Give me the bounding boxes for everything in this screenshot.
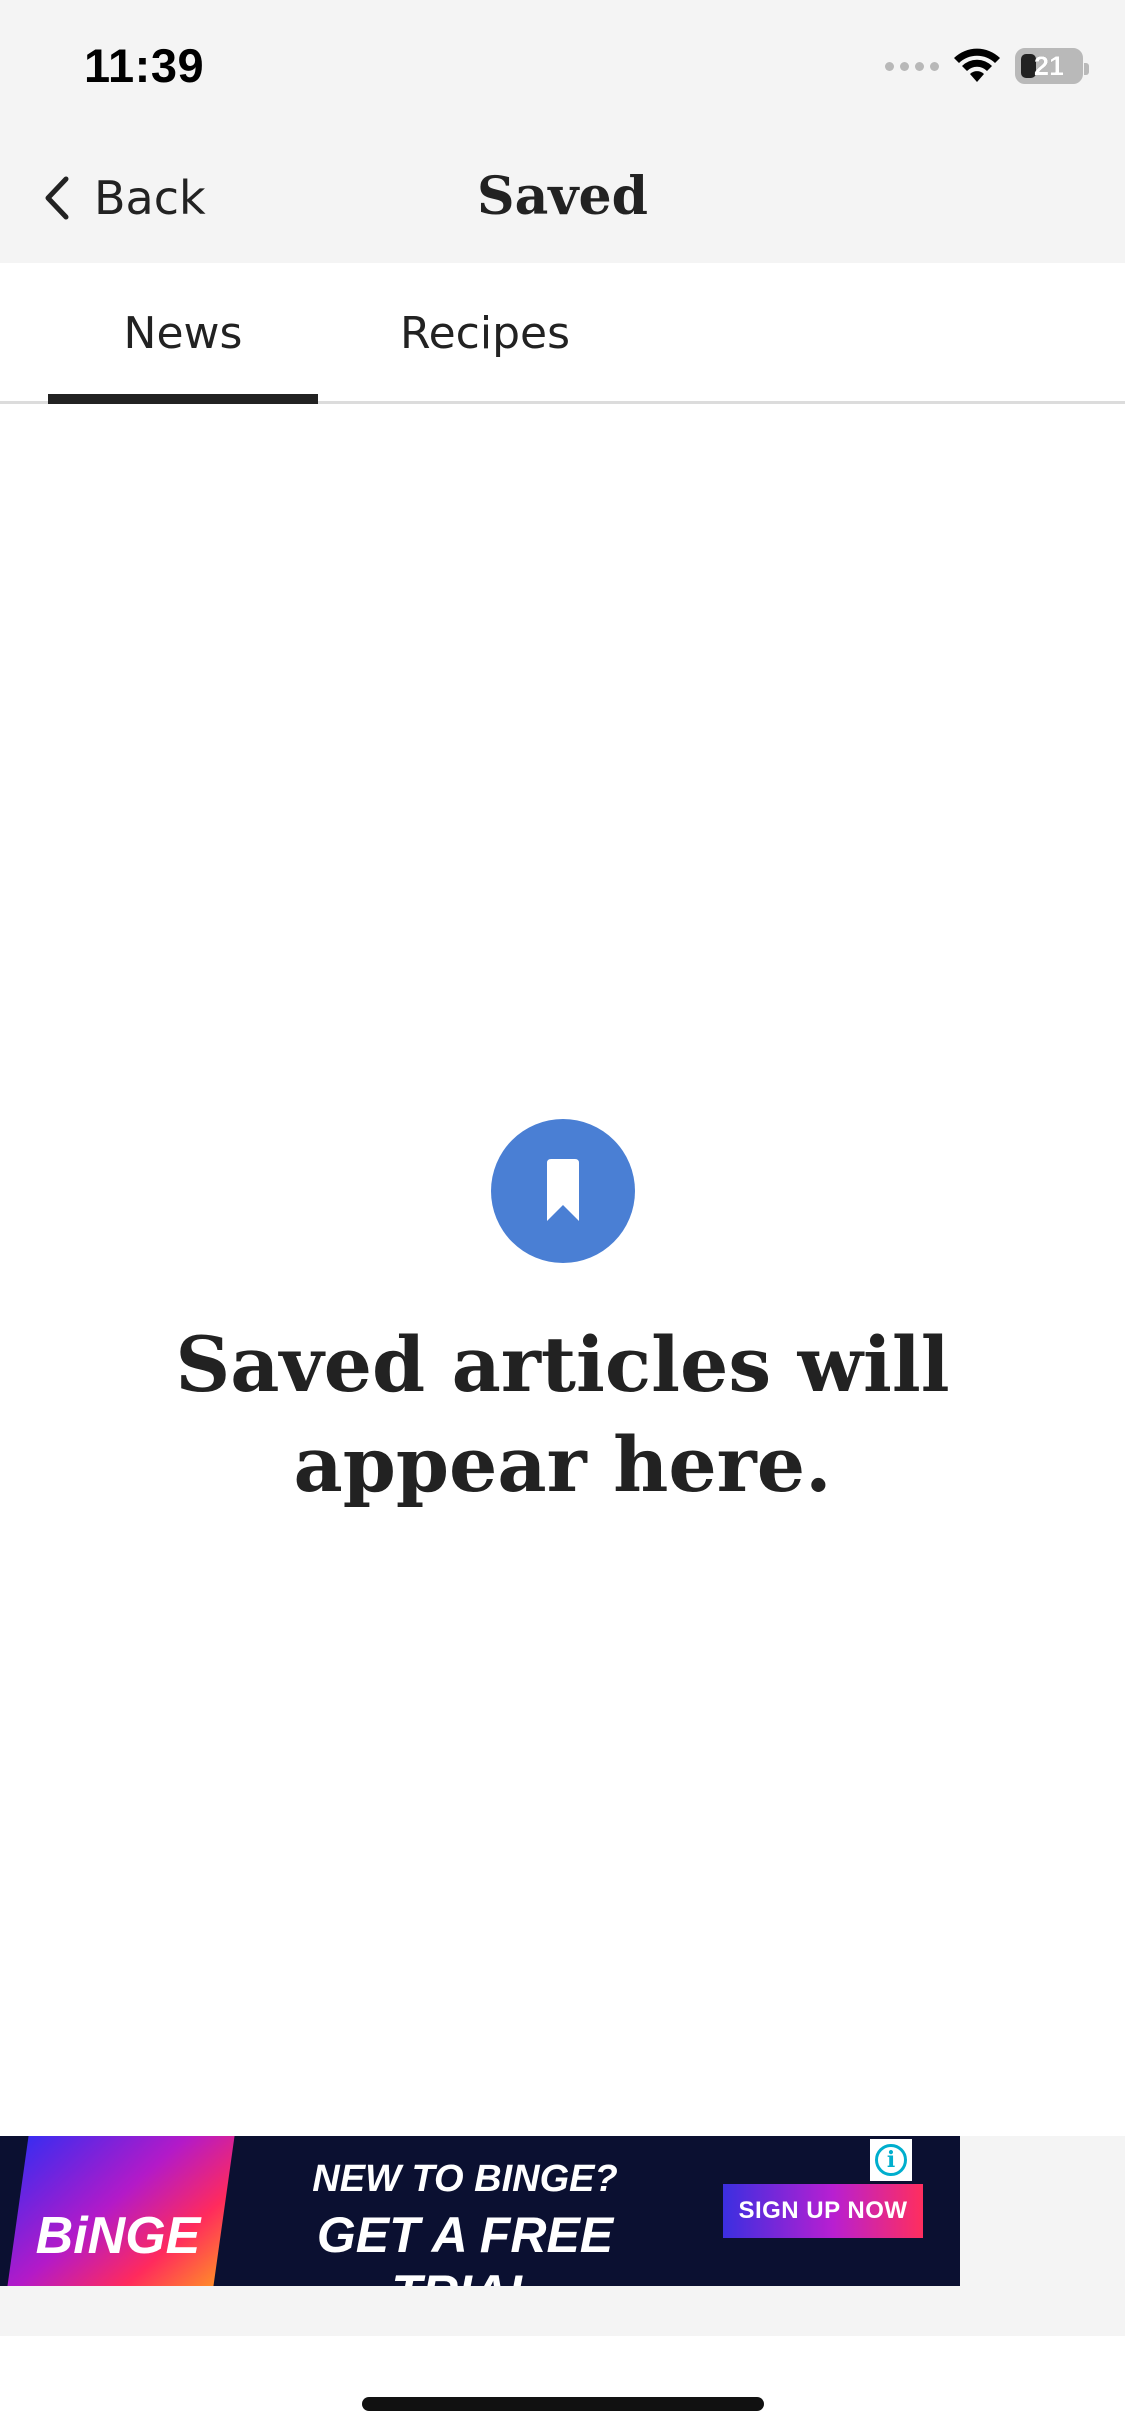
home-indicator[interactable] <box>362 2397 764 2411</box>
status-icons: 21 <box>885 46 1089 86</box>
bookmark-glyph <box>547 1159 579 1221</box>
tab-bar: News Recipes <box>0 263 1125 404</box>
page-title: Saved <box>477 166 648 227</box>
ad-banner[interactable]: BiNGE NEW TO BINGE? GET A FREE TRIAL SIG… <box>0 2136 960 2286</box>
battery-icon: 21 <box>1015 48 1089 84</box>
info-icon: i <box>875 2144 907 2176</box>
header-area: 11:39 21 Back Saved <box>0 0 1125 263</box>
ad-signup-button[interactable]: SIGN UP NOW <box>723 2184 923 2238</box>
ad-headline-2: GET A FREE TRIAL <box>316 2207 614 2286</box>
tab-recipes[interactable]: Recipes <box>360 263 610 404</box>
saved-screen: 11:39 21 Back Saved News Recipes Saved a… <box>0 0 1125 2436</box>
tab-selected-indicator <box>48 394 318 404</box>
empty-state-message: Saved articles will appear here. <box>175 1320 950 1509</box>
signal-dots-icon <box>885 61 939 71</box>
bookmark-icon <box>491 1119 635 1263</box>
battery-level: 21 <box>1033 50 1065 81</box>
ad-headline-1: NEW TO BINGE? <box>312 2158 618 2200</box>
tab-news[interactable]: News <box>48 263 318 404</box>
status-time: 11:39 <box>84 39 205 92</box>
ad-brand-logo: BiNGE <box>35 2207 201 2265</box>
ad-info-button[interactable]: i <box>870 2139 912 2181</box>
wifi-icon <box>954 48 1000 82</box>
